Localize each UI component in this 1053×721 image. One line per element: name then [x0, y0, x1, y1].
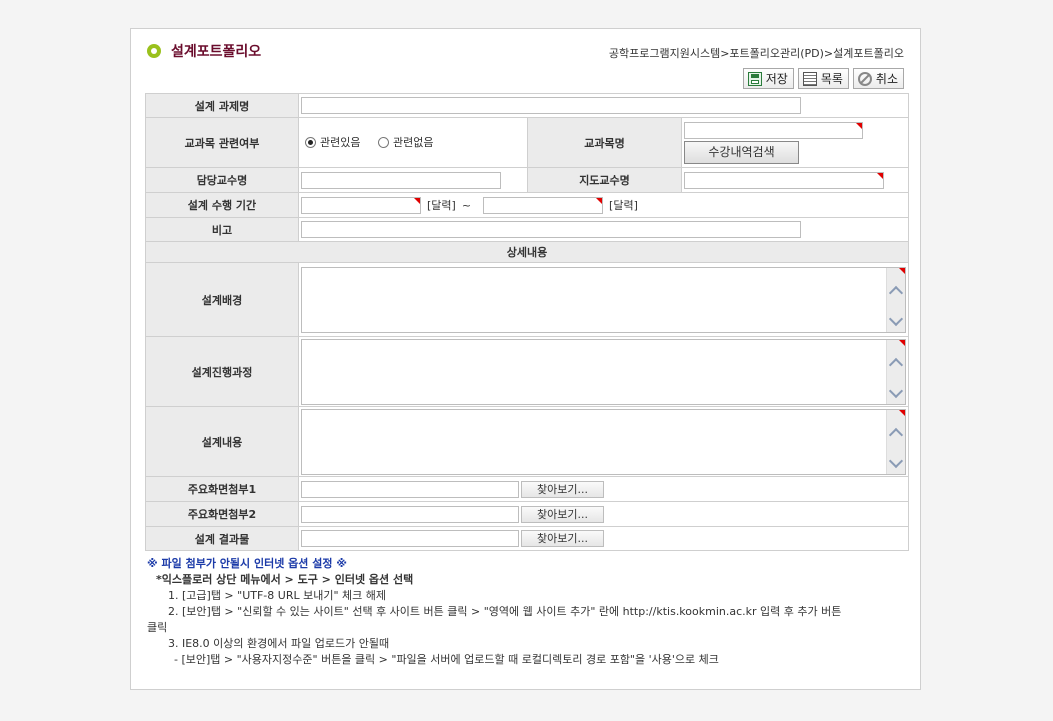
task-name-input[interactable] [301, 97, 801, 114]
radio-circle-checked[interactable] [305, 136, 316, 148]
textarea-scrollbar[interactable] [886, 267, 905, 332]
list-button[interactable]: 목록 [797, 68, 849, 89]
row-remark: 비고 [145, 217, 910, 242]
attach2-browse-button[interactable]: 찾아보기... [521, 505, 604, 523]
row-attach2: 주요화면첨부2 찾아보기... [145, 501, 910, 527]
notes-subheading: *익스플로러 상단 메뉴에서 > 도구 > 인터넷 옵션 선택 [156, 573, 414, 586]
task-name-label: 설계 과제명 [145, 93, 299, 118]
attach2-label: 주요화면첨부2 [145, 501, 299, 527]
radio-related-no[interactable]: 관련없음 [377, 134, 434, 150]
notes-item-2-cont: 클릭 [147, 621, 168, 634]
textarea-scrollbar[interactable] [886, 339, 905, 404]
content-cell [297, 406, 910, 477]
advisor-label: 지도교수명 [527, 167, 682, 193]
attach2-input[interactable] [301, 505, 519, 523]
row-process: 설계진행과정 [145, 336, 910, 407]
save-label: 저장 [765, 72, 788, 86]
content-label: 설계내용 [145, 406, 299, 477]
scroll-up-icon[interactable] [888, 285, 904, 300]
cancel-label: 취소 [875, 72, 898, 86]
cancel-button[interactable]: 취소 [852, 68, 904, 89]
professor-label: 담당교수명 [145, 167, 299, 193]
scroll-down-icon[interactable] [888, 453, 904, 468]
row-course: 교과목 관련여부 관련있음 관련없음 교과목명 수강내역검색 [145, 117, 910, 168]
professor-input[interactable] [301, 171, 501, 189]
list-icon [802, 71, 817, 86]
row-professor: 담당교수명 지도교수명 [145, 167, 910, 193]
calendar-end-link[interactable]: [달력] [609, 197, 638, 213]
attach1-browse-button[interactable]: 찾아보기... [521, 480, 604, 498]
save-icon [747, 71, 762, 86]
process-textarea[interactable] [301, 338, 906, 405]
course-name-cell: 수강내역검색 [680, 117, 910, 168]
content-textarea[interactable] [301, 408, 906, 475]
period-tilde: ~ [461, 198, 472, 212]
process-cell [297, 336, 910, 407]
page-title: 설계포트폴리오 [171, 44, 262, 60]
portfolio-form: 설계 과제명 교과목 관련여부 관련있음 관련없음 교과목명 수강내역검색 담당… [144, 93, 910, 551]
process-label: 설계진행과정 [145, 336, 299, 407]
calendar-start-link[interactable]: [달력] [427, 197, 456, 213]
row-period: 설계 수행 기간 [달력] ~ [달력] [145, 192, 910, 218]
toolbar: 저장 목록 취소 [742, 68, 904, 89]
result-label: 설계 결과물 [145, 526, 299, 551]
course-name-label: 교과목명 [527, 117, 682, 168]
remark-label: 비고 [145, 217, 299, 242]
list-label: 목록 [820, 72, 843, 86]
notes-heading: ※ 파일 첨부가 안될시 인터넷 옵션 설정 ※ [147, 557, 347, 570]
row-attach1: 주요화면첨부1 찾아보기... [145, 476, 910, 502]
textarea-scrollbar[interactable] [886, 409, 905, 474]
radio-no-label: 관련없음 [392, 136, 434, 150]
notes-item-3: 3. IE8.0 이상의 환경에서 파일 업로드가 안될때 [168, 637, 390, 650]
title-bullet-icon [147, 44, 161, 58]
task-name-cell [297, 93, 910, 118]
row-detail-section: 상세내용 [144, 241, 910, 263]
cancel-icon [857, 71, 872, 86]
course-related-cell: 관련있음 관련없음 [298, 117, 528, 168]
remark-cell [297, 217, 910, 242]
notes-item-3-sub: - [보안]탭 > "사용자지정수준" 버튼을 클릭 > "파일을 서버에 업로… [174, 653, 719, 666]
period-label: 설계 수행 기간 [145, 192, 299, 218]
course-related-label: 교과목 관련여부 [145, 117, 299, 168]
scroll-down-icon[interactable] [888, 311, 904, 326]
advisor-input[interactable] [684, 171, 884, 189]
page-title-area: 설계포트폴리오 [147, 42, 261, 60]
result-input[interactable] [301, 530, 519, 547]
scroll-down-icon[interactable] [888, 383, 904, 398]
result-browse-button[interactable]: 찾아보기... [521, 530, 604, 547]
detail-section-header: 상세내용 [144, 241, 910, 263]
attach1-input[interactable] [301, 480, 519, 498]
portfolio-panel: 설계포트폴리오 공학프로그램지원시스템>포트폴리오관리(PD)>설계포트폴리오 … [130, 28, 921, 690]
result-cell: 찾아보기... [297, 526, 910, 551]
row-task-name: 설계 과제명 [145, 93, 910, 118]
background-cell [297, 262, 910, 337]
attach1-label: 주요화면첨부1 [145, 476, 299, 502]
attach2-cell: 찾아보기... [297, 501, 910, 527]
row-content: 설계내용 [145, 406, 910, 477]
scroll-up-icon[interactable] [888, 357, 904, 372]
notes-item-2: 2. [보안]탭 > "신뢰할 수 있는 사이트" 선택 후 사이트 버튼 클릭… [168, 605, 842, 618]
save-button[interactable]: 저장 [742, 68, 794, 89]
breadcrumb: 공학프로그램지원시스템>포트폴리오관리(PD)>설계포트폴리오 [608, 47, 904, 60]
radio-yes-label: 관련있음 [320, 136, 361, 150]
row-background: 설계배경 [145, 262, 910, 337]
background-label: 설계배경 [145, 262, 299, 337]
course-name-input[interactable] [684, 121, 863, 139]
attach1-cell: 찾아보기... [297, 476, 910, 502]
period-cell: [달력] ~ [달력] [297, 192, 910, 218]
professor-cell [298, 167, 528, 193]
course-search-button[interactable]: 수강내역검색 [684, 140, 799, 164]
scroll-up-icon[interactable] [888, 427, 904, 442]
remark-input[interactable] [301, 221, 801, 238]
notes-item-1: 1. [고급]탭 > "UTF-8 URL 보내기" 체크 해제 [168, 589, 386, 602]
upload-help-notes: ※ 파일 첨부가 안될시 인터넷 옵션 설정 ※ *익스플로러 상단 메뉴에서 … [147, 556, 907, 668]
radio-related-yes[interactable]: 관련있음 [305, 134, 360, 150]
row-result: 설계 결과물 찾아보기... [145, 526, 910, 551]
radio-circle[interactable] [377, 136, 389, 148]
background-textarea[interactable] [301, 266, 906, 333]
period-end-input[interactable] [483, 196, 604, 214]
advisor-cell [680, 167, 910, 193]
period-start-input[interactable] [301, 196, 421, 214]
